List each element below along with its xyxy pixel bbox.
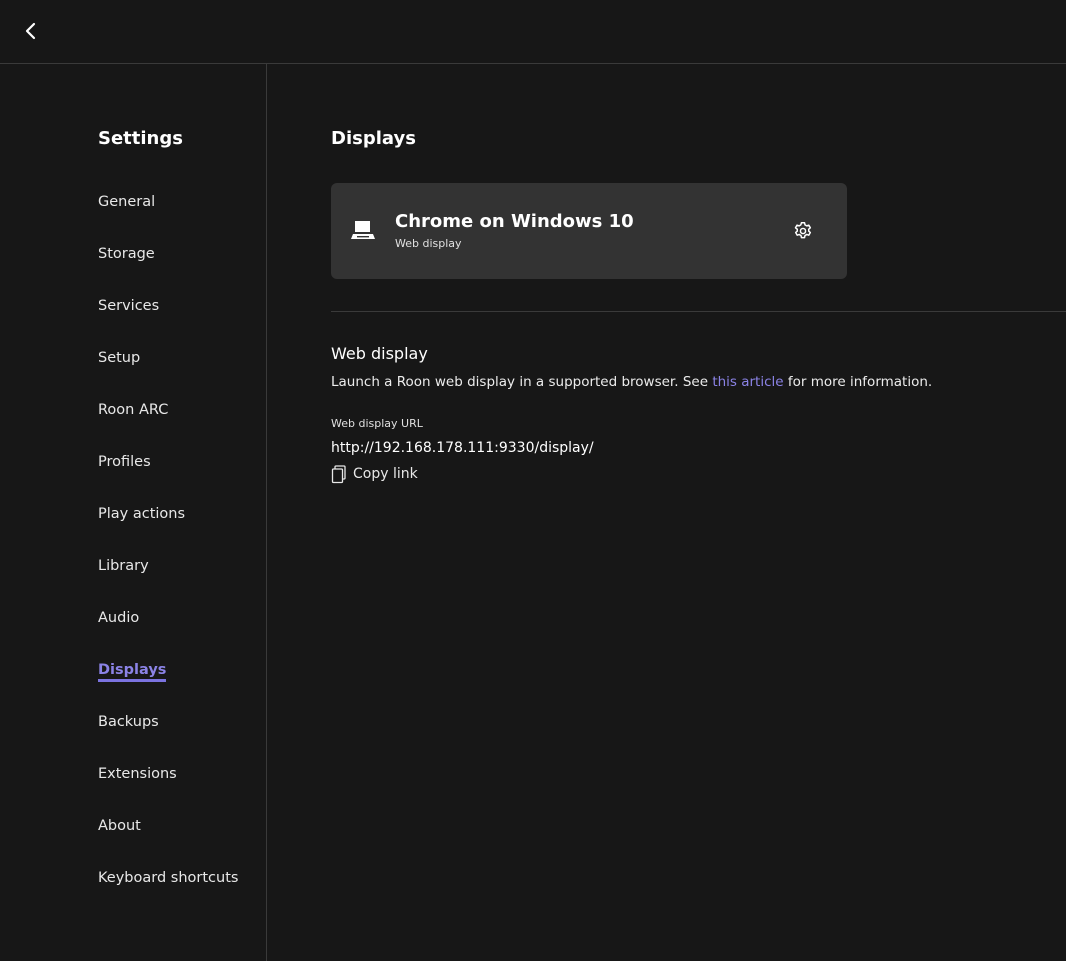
display-card[interactable]: Chrome on Windows 10 Web display [331,183,847,279]
back-button[interactable] [18,18,44,44]
copy-icon [331,464,346,483]
top-bar [0,0,1066,64]
sidebar-item-general[interactable]: General [98,194,155,210]
sidebar-item-audio[interactable]: Audio [98,610,139,626]
sidebar-item-backups[interactable]: Backups [98,714,159,730]
gear-icon [794,222,812,239]
section-divider [331,311,1066,312]
main-content: Displays Chrome on Windows 10 Web displa… [267,64,1066,961]
sidebar-item-profiles[interactable]: Profiles [98,454,151,470]
settings-sidebar: Settings General Storage Services Setup Roon… [0,64,267,961]
sidebar-item-roon-arc[interactable]: Roon ARC [98,402,168,418]
sidebar-item-library[interactable]: Library [98,558,149,574]
display-name: Chrome on Windows 10 [395,211,634,232]
sidebar-item-services[interactable]: Services [98,298,159,314]
sidebar-item-about[interactable]: About [98,818,141,834]
web-display-title: Web display [331,344,428,363]
sidebar-item-displays[interactable]: Displays [98,662,167,682]
sidebar-item-play-actions[interactable]: Play actions [98,506,185,522]
display-type: Web display [395,237,462,250]
description-text-after: for more information. [783,374,933,390]
sidebar-item-storage[interactable]: Storage [98,246,155,262]
sidebar-item-extensions[interactable]: Extensions [98,766,177,782]
sidebar-item-setup[interactable]: Setup [98,350,140,366]
laptop-icon [351,221,375,239]
sidebar-item-keyboard-shortcuts[interactable]: Keyboard shortcuts [98,870,238,886]
sidebar-title: Settings [98,128,183,149]
chevron-left-icon [25,22,36,40]
copy-link-button[interactable]: Copy link [331,464,418,484]
article-link[interactable]: this article [712,374,783,390]
copy-link-label: Copy link [353,466,418,482]
description-text-before: Launch a Roon web display in a supported… [331,374,713,390]
url-label: Web display URL [331,417,423,430]
web-display-url: http://192.168.178.111:9330/display/ [331,440,594,456]
page-title: Displays [331,128,416,149]
web-display-description: Launch a Roon web display in a supported… [331,374,932,390]
display-settings-button[interactable] [792,220,814,242]
